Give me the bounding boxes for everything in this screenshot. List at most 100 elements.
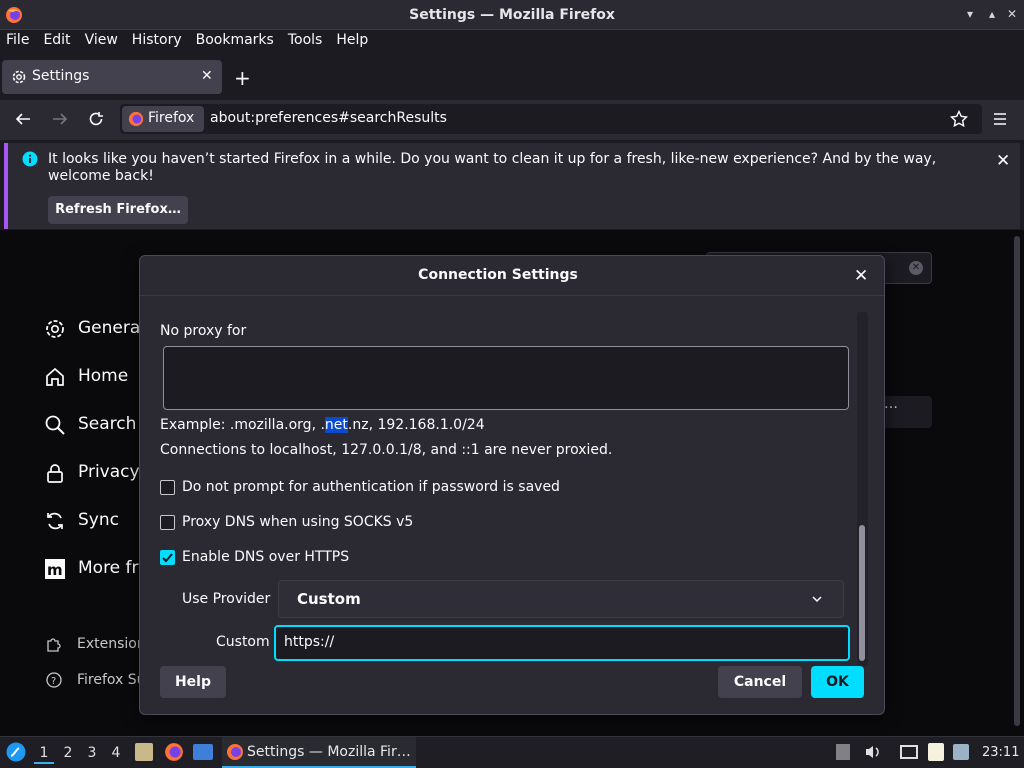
close-notification-icon[interactable]: ✕ (996, 151, 1010, 171)
tab-label: Settings (32, 68, 90, 84)
lock-icon (47, 464, 63, 483)
provider-label: Use Provider (182, 591, 271, 607)
sync-icon (47, 512, 63, 530)
page-scrollbar[interactable] (1014, 236, 1020, 726)
dns-over-https-checkbox[interactable] (160, 550, 175, 565)
bookmark-star-icon[interactable] (950, 110, 968, 128)
proxy-dns-checkbox[interactable] (160, 515, 175, 530)
sidebar-item-label: Search (78, 414, 137, 434)
close-tab-icon[interactable]: ✕ (201, 68, 213, 84)
sidebar-item-label: Privacy (78, 462, 140, 482)
back-icon[interactable] (14, 110, 32, 128)
task-label: Settings — Mozilla Fir… (247, 744, 411, 760)
sidebar-item-label: General (78, 318, 145, 338)
workspace-2[interactable]: 2 (58, 745, 78, 761)
minimize-icon[interactable]: ▾ (962, 6, 978, 22)
firefox-launcher-icon[interactable] (164, 742, 184, 762)
firefox-logo-icon (226, 743, 244, 761)
sidebar-item-label: Extension (77, 636, 146, 652)
ok-button[interactable]: OK (811, 666, 864, 698)
taskbar: 1 2 3 4 Settings — Mozilla Fir… 23:11 (0, 736, 1024, 768)
localhost-note: Connections to localhost, 127.0.0.1/8, a… (160, 442, 613, 458)
example-highlight: net (324, 417, 348, 433)
navigation-bar: Firefox about:preferences#searchResults (0, 100, 1024, 140)
custom-doh-url-input[interactable]: https:// (274, 625, 850, 661)
close-window-icon[interactable]: ✕ (1004, 6, 1020, 22)
example-suffix: .nz, 192.168.1.0/24 (347, 417, 485, 433)
menu-tools[interactable]: Tools (288, 32, 323, 48)
app-menu-icon[interactable] (992, 111, 1008, 127)
menu-view[interactable]: View (85, 32, 118, 48)
checkmark-icon (162, 553, 173, 563)
volume-icon[interactable] (864, 744, 882, 760)
no-proxy-label: No proxy for (160, 323, 247, 339)
dialog-scrollbar[interactable] (857, 312, 868, 666)
clipboard-icon[interactable] (836, 744, 850, 760)
identity-box[interactable]: Firefox (122, 106, 204, 132)
taskbar-window-firefox[interactable]: Settings — Mozilla Fir… (222, 737, 416, 768)
firefox-logo-icon (128, 111, 144, 127)
menu-file[interactable]: File (6, 32, 29, 48)
custom-input-value: https:// (284, 634, 335, 650)
network-icon[interactable] (900, 745, 918, 759)
window-titlebar: Settings — Mozilla Firefox ▾ ▴ ✕ (0, 0, 1024, 30)
sidebar-item-label: Firefox Su (77, 672, 146, 688)
dialog-title: Connection Settings (418, 267, 578, 283)
puzzle-icon (47, 638, 61, 652)
dialog-header: Connection Settings ✕ (140, 256, 884, 296)
chevron-down-icon (811, 594, 823, 604)
workspace-1[interactable]: 1 (34, 742, 54, 764)
svg-text:?: ? (51, 676, 56, 687)
maximize-icon[interactable]: ▴ (984, 6, 1000, 22)
forward-icon[interactable] (51, 110, 69, 128)
close-dialog-icon[interactable]: ✕ (854, 266, 868, 286)
info-icon (22, 151, 38, 167)
help-button[interactable]: Help (160, 666, 226, 698)
notes-icon[interactable] (928, 743, 944, 761)
checkbox-label: Do not prompt for authentication if pass… (182, 479, 560, 495)
desktop-icon[interactable] (193, 744, 213, 760)
notification-bar: It looks like you haven’t started Firefo… (4, 143, 1020, 229)
window-title: Settings — Mozilla Firefox (409, 7, 615, 23)
notification-message: It looks like you haven’t started Firefo… (48, 151, 937, 184)
notification-tray-icon[interactable] (953, 744, 969, 760)
refresh-firefox-button[interactable]: Refresh Firefox… (48, 196, 188, 224)
cancel-button[interactable]: Cancel (718, 666, 802, 698)
clock: 23:11 (982, 745, 1020, 760)
reload-icon[interactable] (87, 110, 105, 128)
tab-settings[interactable]: Settings ✕ (2, 60, 222, 94)
checkbox-label: Enable DNS over HTTPS (182, 549, 350, 565)
start-menu-icon[interactable] (6, 742, 26, 762)
help-icon: ? (46, 672, 62, 688)
workspace-3[interactable]: 3 (82, 745, 102, 761)
url-text[interactable]: about:preferences#searchResults (210, 110, 447, 126)
file-manager-icon[interactable] (135, 743, 153, 761)
home-icon (46, 367, 64, 386)
menu-history[interactable]: History (132, 32, 182, 48)
menu-edit[interactable]: Edit (43, 32, 70, 48)
search-icon (45, 415, 65, 435)
menu-bar: File Edit View History Bookmarks Tools H… (0, 30, 1024, 54)
sidebar-item-label: Home (78, 366, 129, 386)
auth-prompt-checkbox[interactable] (160, 480, 175, 495)
menu-bookmarks[interactable]: Bookmarks (196, 32, 274, 48)
new-tab-icon[interactable]: + (234, 66, 251, 90)
tab-strip: Settings ✕ + (0, 54, 1024, 100)
connection-settings-dialog: Connection Settings ✕ No proxy for Examp… (139, 255, 885, 715)
gear-icon (46, 320, 64, 338)
clear-icon[interactable]: ✕ (909, 261, 923, 275)
example-prefix: Example: .mozilla.org, . (160, 417, 325, 433)
gear-icon (11, 69, 27, 85)
provider-value: Custom (297, 590, 361, 608)
svg-text:m: m (47, 561, 63, 579)
dialog-scrollbar-thumb[interactable] (859, 525, 865, 661)
custom-label: Custom (216, 634, 270, 650)
menu-help[interactable]: Help (336, 32, 368, 48)
sidebar-item-label: Sync (78, 510, 119, 530)
sidebar-item-label: More fro (78, 558, 149, 578)
no-proxy-textarea[interactable] (163, 346, 849, 410)
workspace-4[interactable]: 4 (106, 745, 126, 761)
provider-select[interactable]: Custom (278, 580, 844, 618)
url-bar[interactable]: Firefox about:preferences#searchResults (120, 104, 982, 134)
example-text: Example: .mozilla.org, .net.nz, 192.168.… (160, 417, 485, 433)
